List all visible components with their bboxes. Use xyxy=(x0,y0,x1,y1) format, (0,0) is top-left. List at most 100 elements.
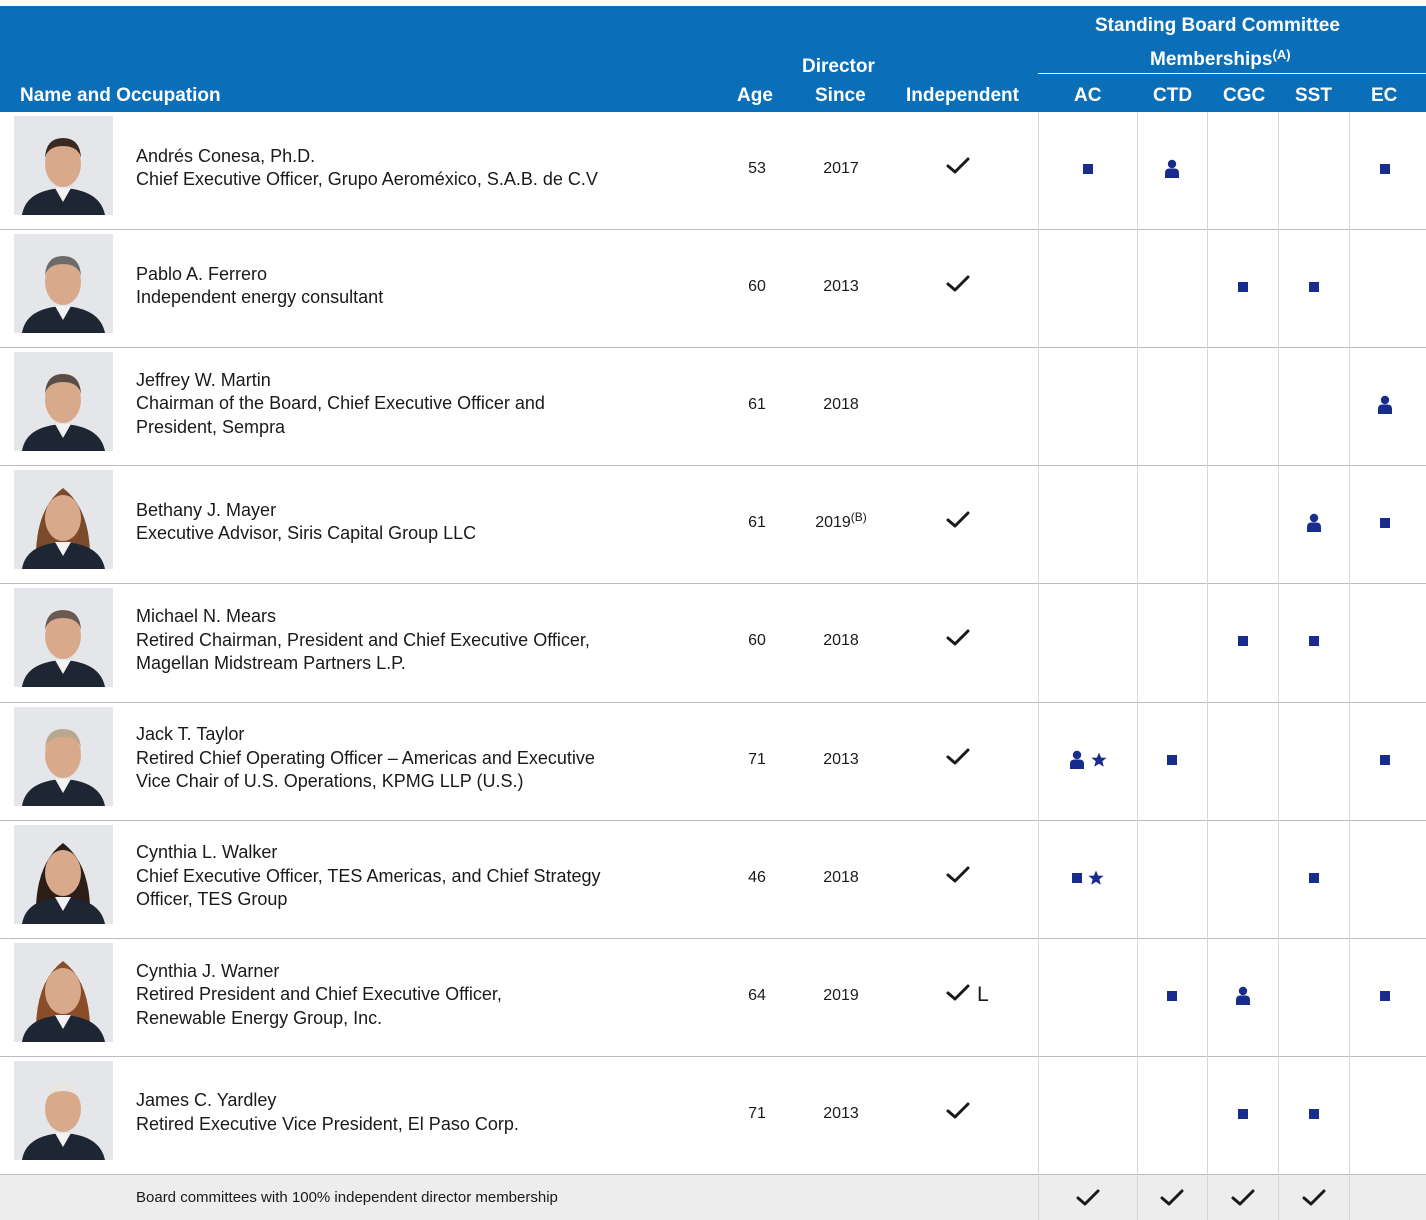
committee-independent-check xyxy=(1076,1188,1100,1213)
director-age: 64 xyxy=(748,986,766,1004)
member-square-icon xyxy=(1380,164,1390,174)
independent-indicator xyxy=(946,628,1006,654)
committee-group-label: Memberships xyxy=(1150,49,1273,70)
director-name: Pablo A. Ferrero xyxy=(136,263,268,284)
star-icon xyxy=(1091,752,1107,768)
director-since-year: 2013 xyxy=(823,1104,859,1122)
member-square-icon xyxy=(1380,990,1390,1001)
age-heading: Age xyxy=(737,85,773,106)
director-photo xyxy=(14,1060,113,1160)
director-name: James C. Yardley xyxy=(136,1090,277,1111)
checkmark-icon xyxy=(946,748,970,765)
lead-director-label: L xyxy=(977,982,989,1006)
checkmark-icon xyxy=(946,629,970,646)
director-since: 2013 xyxy=(796,751,886,769)
director-age: 60 xyxy=(748,632,766,650)
director-age: 53 xyxy=(748,160,766,177)
director-occupation: Chief Executive Officer, Grupo Aeroméxic… xyxy=(136,169,598,189)
director-since-year: 2013 xyxy=(823,750,859,768)
committee-column-divider xyxy=(1349,112,1350,1220)
committee-group-heading-line2: Memberships(A) xyxy=(1150,47,1291,71)
member-square-icon xyxy=(1380,518,1390,529)
chair-person-icon xyxy=(1235,986,1251,1005)
member-square-icon xyxy=(1309,282,1319,293)
director-occupation: Independent energy consultant xyxy=(136,287,384,308)
member-square-icon xyxy=(1309,636,1319,647)
director-occupation: Retired President and Chief Executive Of… xyxy=(136,984,502,1005)
independent-indicator: L xyxy=(946,983,1006,1009)
independent-indicator xyxy=(946,510,1006,536)
director-name-occupation: James C. Yardley Retired Executive Vice P… xyxy=(136,1089,696,1136)
director-row: Cynthia J. Warner Retired President and C… xyxy=(0,939,1426,1057)
committee-heading-cgc: CGC xyxy=(1223,85,1266,106)
committee-column-divider xyxy=(1137,112,1138,1220)
checkmark-icon xyxy=(1231,1189,1255,1206)
director-name-occupation: Bethany J. Mayer Executive Advisor, Siris… xyxy=(136,499,696,546)
committee-column-divider xyxy=(1038,112,1039,1220)
director-photo xyxy=(14,116,113,215)
independent-indicator xyxy=(946,156,1006,182)
director-occupation: Chairman of the Board, Chief Executive O… xyxy=(136,393,545,414)
independent-heading: Independent xyxy=(906,85,1019,106)
director-photo xyxy=(14,942,113,1042)
director-occupation: Renewable Energy Group, Inc. xyxy=(136,1007,383,1028)
committee-heading-ec: EC xyxy=(1371,85,1398,106)
checkmark-icon xyxy=(1302,1189,1326,1206)
independent-indicator xyxy=(946,865,1006,891)
director-since-year: 2018 xyxy=(823,396,859,414)
director-row: Michael N. Mears Retired Chairman, Presid… xyxy=(0,584,1426,702)
director-row: Cynthia L. Walker Chief Executive Officer… xyxy=(0,821,1426,939)
footer-text: Board committees with 100% independent d… xyxy=(136,1189,558,1206)
director-age: 71 xyxy=(748,750,766,768)
director-since-year: 2013 xyxy=(823,278,859,296)
director-occupation: Officer, TES Group xyxy=(136,889,288,910)
star-icon xyxy=(1088,870,1104,886)
director-since-year: 2019 xyxy=(823,986,859,1004)
committee-independent-check xyxy=(1231,1188,1255,1213)
director-row: James C. Yardley Retired Executive Vice P… xyxy=(0,1057,1426,1175)
checkmark-icon xyxy=(946,1102,970,1119)
checkmark-icon xyxy=(946,984,970,1001)
director-since: 2018 xyxy=(796,632,886,650)
table-footer: Board committees with 100% independent d… xyxy=(0,1175,1426,1220)
director-row: Bethany J. Mayer Executive Advisor, Siris… xyxy=(0,466,1426,584)
chair-person-icon xyxy=(1377,395,1393,415)
director-since-year: 2018 xyxy=(823,632,859,650)
member-square-icon xyxy=(1167,990,1177,1001)
director-photo xyxy=(14,234,113,334)
director-age: 60 xyxy=(748,278,766,296)
independent-indicator xyxy=(946,1101,1006,1127)
member-square-icon xyxy=(1238,282,1248,293)
director-photo xyxy=(14,470,113,570)
director-name: Jeffrey W. Martin xyxy=(136,369,271,390)
director-since-footnote: (B) xyxy=(850,510,867,525)
director-name-occupation: Michael N. Mears Retired Chairman, Presid… xyxy=(136,605,696,676)
director-occupation: Vice Chair of U.S. Operations, KPMG LLP … xyxy=(136,771,524,792)
member-square-icon xyxy=(1167,754,1177,765)
director-row: Jack T. Taylor Retired Chief Operating Of… xyxy=(0,703,1426,821)
member-square-icon xyxy=(1309,872,1319,883)
committee-independent-check xyxy=(1302,1188,1326,1213)
director-name: Cynthia J. Warner xyxy=(136,960,280,981)
committee-group-heading-line1: Standing Board Committee xyxy=(1095,15,1340,36)
member-square-icon xyxy=(1238,636,1248,647)
name-occupation-heading: Name and Occupation xyxy=(20,85,221,106)
director-occupation: Chief Executive Officer, TES Americas, a… xyxy=(136,865,601,886)
table-header: Standing Board Committee Memberships(A) … xyxy=(0,6,1426,112)
director-since: 2013 xyxy=(796,1105,886,1123)
member-square-icon xyxy=(1380,754,1390,765)
director-since: 2013 xyxy=(796,278,886,296)
director-row: Jeffrey W. Martin Chairman of the Board, … xyxy=(0,348,1426,466)
director-name: Bethany J. Mayer xyxy=(136,499,277,520)
checkmark-icon xyxy=(1076,1189,1100,1206)
director-age: 46 xyxy=(748,868,766,886)
director-occupation: President, Sempra xyxy=(136,416,286,437)
checkmark-icon xyxy=(1160,1189,1184,1206)
checkmark-icon xyxy=(946,157,970,174)
director-occupation: Retired Executive Vice President, El Pas… xyxy=(136,1113,519,1134)
director-occupation: Retired Chairman, President and Chief Ex… xyxy=(136,629,590,650)
director-since: 2018 xyxy=(796,869,886,887)
director-name-occupation: Andrés Conesa, Ph.D. Chief Executive Offi… xyxy=(136,145,696,192)
member-square-icon xyxy=(1238,1108,1248,1119)
member-square-icon xyxy=(1083,164,1093,174)
